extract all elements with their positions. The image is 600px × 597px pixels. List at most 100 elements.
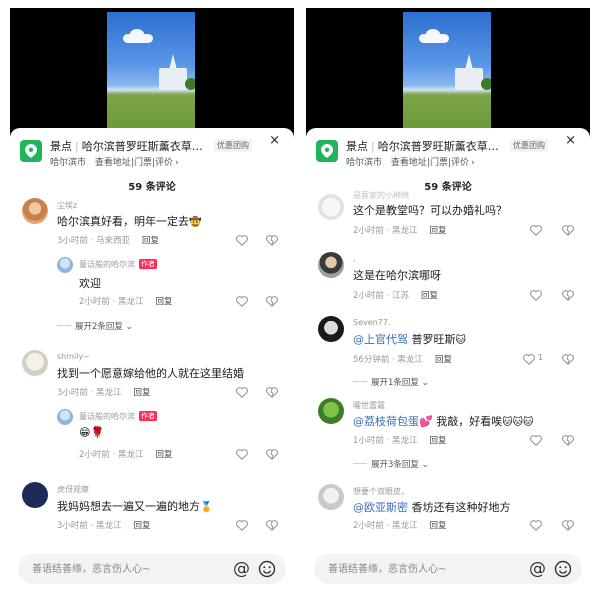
comment-time-location: 1小时前 · 黑龙江 (353, 436, 418, 446)
avatar[interactable] (22, 350, 48, 376)
broken-heart-icon[interactable] (266, 296, 278, 307)
at-mention-button[interactable]: @ (233, 558, 250, 580)
broken-heart-icon[interactable] (266, 235, 278, 246)
expand-replies-label: 展开2条回复 (75, 322, 123, 332)
poi-title[interactable]: 景点 | 哈尔滨普罗旺斯薰衣草… (50, 138, 203, 154)
reply-button[interactable]: 回复 (430, 436, 447, 446)
mention-link[interactable]: @欧亚斯密 (353, 501, 408, 514)
comment-username[interactable]: 虎伢观察 (57, 484, 89, 495)
heart-icon[interactable] (236, 296, 248, 307)
broken-heart-icon[interactable] (562, 290, 574, 301)
avatar[interactable] (318, 398, 344, 424)
avatar[interactable] (22, 482, 48, 508)
reply-button[interactable]: 回复 (430, 226, 447, 236)
emoji-icon[interactable] (554, 560, 572, 578)
cloud-graphic (419, 29, 449, 43)
heart-icon[interactable] (530, 435, 542, 446)
avatar[interactable] (318, 252, 344, 278)
comment-body: 我妈妈想去一遍又一遍的地方 (57, 500, 200, 513)
heart-icon[interactable] (530, 290, 542, 301)
reply-author-name: 童话般的哈尔滨 (79, 412, 135, 421)
avatar[interactable] (22, 198, 48, 224)
heart-icon[interactable] (236, 520, 248, 531)
broken-heart-icon[interactable] (562, 354, 574, 365)
reply-username[interactable]: 童话般的哈尔滨 作者 (79, 259, 157, 270)
poi-links[interactable]: 查看地址|门票|评价 › (95, 158, 179, 168)
broken-heart-icon[interactable] (562, 435, 574, 446)
poi-category: 景点 (346, 140, 368, 153)
reply-button[interactable]: 回复 (421, 291, 438, 301)
expand-replies[interactable]: 展开2条回复 ⌄ (57, 320, 133, 332)
link-tickets[interactable]: 门票 (430, 158, 448, 168)
like-count: 1 (538, 353, 544, 362)
close-icon[interactable]: × (565, 134, 576, 147)
heart-icon[interactable] (236, 387, 248, 398)
broken-heart-icon[interactable] (562, 225, 574, 236)
heart-icon[interactable] (236, 449, 248, 460)
broken-heart-icon[interactable] (266, 449, 278, 460)
comment-meta: 2小时前 · 黑龙江 回复 (353, 519, 447, 531)
poi-name: 哈尔滨普罗旺斯薰衣草… (81, 140, 203, 153)
reply-button[interactable]: 回复 (156, 297, 173, 307)
reply-button[interactable]: 回复 (134, 521, 151, 531)
heart-icon[interactable] (530, 225, 542, 236)
video-player[interactable] (10, 8, 294, 138)
comment-time-location: 56分钟前 · 黑龙江 (353, 355, 423, 365)
poi-title[interactable]: 景点 | 哈尔滨普罗旺斯薰衣草… (346, 138, 499, 154)
link-reviews[interactable]: 评价 (451, 158, 469, 168)
comment-username[interactable]: , (353, 254, 356, 263)
author-tag: 作者 (139, 259, 157, 269)
poi-card[interactable]: 景点 | 哈尔滨普罗旺斯薰衣草… 优惠团购 哈尔滨市 查看地址|门票|评价 › (20, 138, 282, 174)
reply-time-location: 2小时前 · 黑龙江 (79, 297, 144, 307)
heart-icon[interactable] (530, 520, 542, 531)
comment-username[interactable]: Seven77. (353, 318, 390, 327)
link-address[interactable]: 查看地址 (95, 158, 131, 168)
comment-text: 我妈妈想去一遍又一遍的地方🏅 (57, 498, 212, 514)
deal-badge[interactable]: 优惠团购 (510, 139, 548, 152)
reply-time-location: 2小时前 · 黑龙江 (79, 450, 144, 460)
broken-heart-icon[interactable] (266, 520, 278, 531)
avatar[interactable] (57, 257, 73, 273)
broken-heart-icon[interactable] (266, 387, 278, 398)
reply-button[interactable]: 回复 (134, 388, 151, 398)
chevron-down-icon: ⌄ (418, 460, 429, 470)
poi-card[interactable]: 景点 | 哈尔滨普罗旺斯薰衣草… 优惠团购 哈尔滨市 查看地址|门票|评价 › (316, 138, 578, 174)
comment-username[interactable]: 是蓉家的小绵绵 (353, 190, 409, 201)
avatar[interactable] (318, 316, 344, 342)
heart-icon[interactable] (523, 354, 535, 365)
comment-input[interactable] (328, 560, 508, 578)
chevron-right-icon: › (175, 158, 179, 168)
poi-links[interactable]: 查看地址|门票|评价 › (391, 158, 475, 168)
deal-badge[interactable]: 优惠团购 (214, 139, 252, 152)
comment-input[interactable] (32, 560, 212, 578)
reply-button[interactable]: 回复 (142, 236, 159, 246)
comment-username[interactable]: 想要个双眼皮。 (353, 486, 409, 497)
comment-username[interactable]: 尘埃z (57, 200, 77, 211)
tree-graphic (481, 78, 491, 90)
reply-button[interactable]: 回复 (430, 521, 447, 531)
comment-meta: 3小时前 · 马来西亚 回复 (57, 234, 159, 246)
expand-replies[interactable]: 展开1条回复 ⌄ (353, 376, 429, 388)
avatar[interactable] (318, 194, 344, 220)
expand-replies[interactable]: 展开3条回复 ⌄ (353, 458, 429, 470)
expand-replies-label: 展开3条回复 (371, 460, 419, 470)
reply-button[interactable]: 回复 (156, 450, 173, 460)
link-tickets[interactable]: 门票 (134, 158, 152, 168)
poi-subline: 哈尔滨市 查看地址|门票|评价 › (50, 155, 179, 168)
broken-heart-icon[interactable] (562, 520, 574, 531)
at-mention-button[interactable]: @ (529, 558, 546, 580)
mention-link[interactable]: @荔枝荷包蛋💕 (353, 415, 433, 428)
mention-link[interactable]: @上官代驾 (353, 333, 408, 346)
close-icon[interactable]: × (269, 134, 280, 147)
video-player[interactable] (306, 8, 590, 138)
link-address[interactable]: 查看地址 (391, 158, 427, 168)
comment-username[interactable]: 曜世雷霆 (353, 400, 385, 411)
comment-username[interactable]: shmily~ (57, 352, 90, 361)
heart-icon[interactable] (236, 235, 248, 246)
reply-username[interactable]: 童话般的哈尔滨 作者 (79, 411, 157, 422)
link-reviews[interactable]: 评价 (155, 158, 173, 168)
avatar[interactable] (57, 409, 73, 425)
avatar[interactable] (318, 484, 344, 510)
emoji-icon[interactable] (258, 560, 276, 578)
reply-button[interactable]: 回复 (435, 355, 452, 365)
